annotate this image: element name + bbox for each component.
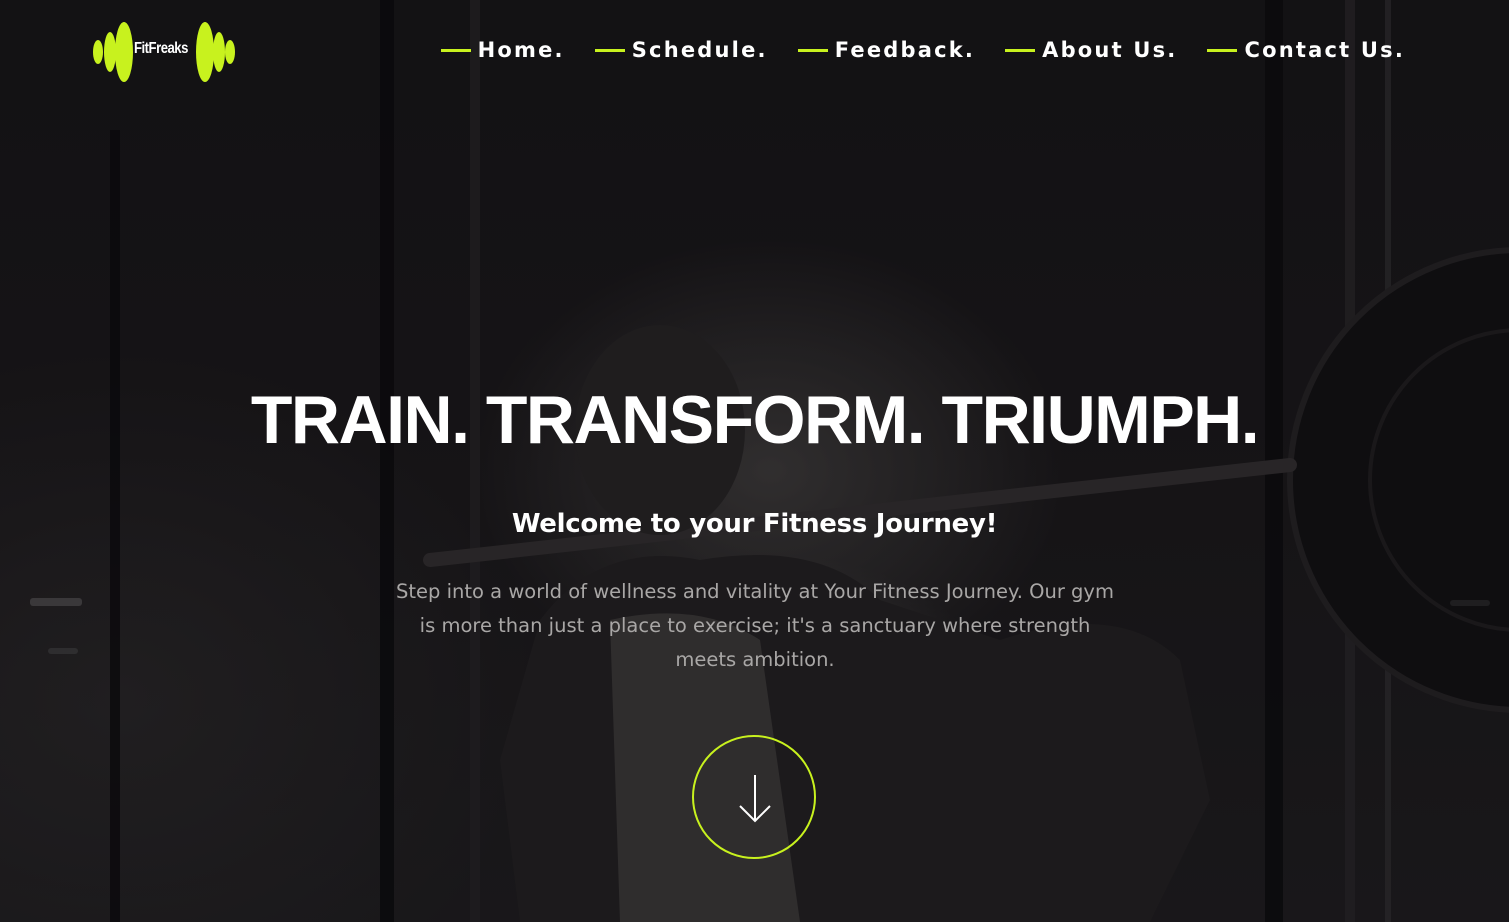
hero-subtitle: Welcome to your Fitness Journey! [511, 509, 998, 539]
hero-title: TRAIN. TRANSFORM. TRIUMPH. [250, 382, 1260, 458]
nav-dash-icon [1207, 48, 1238, 52]
logo-text: FitFreaks [134, 40, 188, 57]
main-nav: Home. Schedule. Feedback. About Us. Cont… [440, 38, 1405, 62]
hero-description: Step into a world of wellness and vitali… [396, 580, 1114, 671]
nav-label: Feedback. [834, 38, 976, 62]
scroll-down-button[interactable] [692, 735, 816, 859]
nav-item-home[interactable]: Home. [440, 38, 565, 62]
nav-dash-icon [440, 48, 471, 52]
nav-item-schedule[interactable]: Schedule. [594, 38, 768, 62]
brand-logo[interactable]: FitFreaks [92, 20, 236, 84]
nav-label: Home. [477, 38, 565, 62]
nav-label: Schedule. [631, 38, 768, 62]
nav-label: About Us. [1042, 38, 1178, 62]
nav-item-feedback[interactable]: Feedback. [797, 38, 976, 62]
nav-dash-icon [1005, 48, 1036, 52]
nav-item-about-us[interactable]: About Us. [1005, 38, 1177, 62]
nav-dash-icon [594, 48, 625, 52]
nav-label: Contact Us. [1244, 38, 1405, 62]
arrow-down-icon [739, 775, 771, 823]
nav-item-contact-us[interactable]: Contact Us. [1207, 38, 1405, 62]
nav-dash-icon [797, 48, 828, 52]
